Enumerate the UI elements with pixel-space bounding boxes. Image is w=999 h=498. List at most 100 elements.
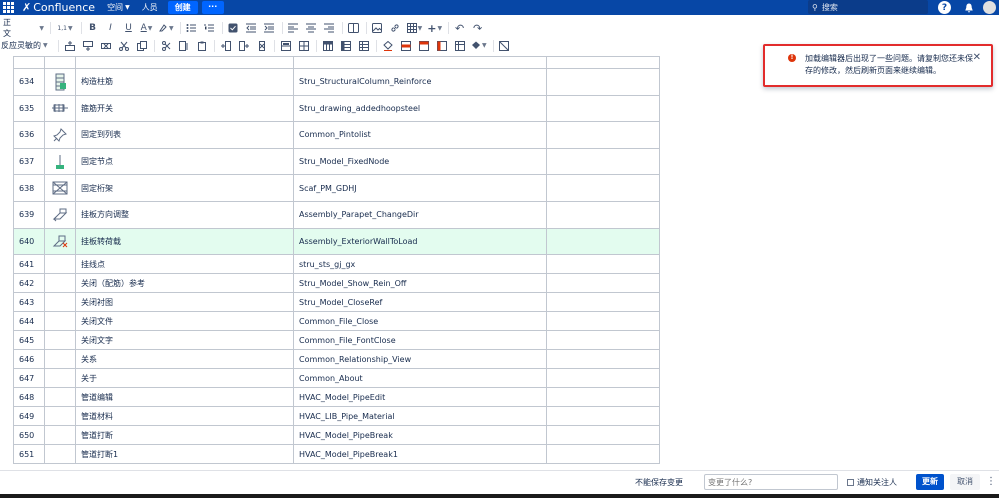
- table-cell[interactable]: [44, 56, 76, 69]
- row-icon-cell[interactable]: [44, 68, 76, 96]
- editor-content[interactable]: 634 构造柱筋 Stru_StructuralColumn_Reinforce 63…: [0, 56, 999, 468]
- command-id-cell[interactable]: Common_File_FontClose: [293, 330, 547, 351]
- command-id-cell[interactable]: Stru_Model_FixedNode: [293, 147, 547, 176]
- row-icon-cell[interactable]: [44, 147, 76, 176]
- row-delete-button[interactable]: [99, 39, 112, 53]
- close-icon[interactable]: ✕: [973, 52, 981, 63]
- page-layout-button[interactable]: [347, 21, 360, 35]
- what-changed-input[interactable]: [704, 474, 838, 490]
- command-id-cell[interactable]: Scaf_PM_GDHJ: [293, 174, 547, 202]
- row-highlight-button[interactable]: [399, 39, 412, 53]
- command-id-cell[interactable]: stru_sts_gj_gx: [293, 254, 547, 275]
- cancel-button[interactable]: 取消: [950, 474, 980, 490]
- command-id-cell[interactable]: Stru_Model_Show_Rein_Off: [293, 273, 547, 294]
- table-responsive-dropdown[interactable]: 反应灵敏的 ▼: [0, 39, 52, 53]
- row-insert-above-button[interactable]: [63, 39, 76, 53]
- confluence-logo[interactable]: ✗ Confluence: [22, 1, 95, 14]
- outdent-button[interactable]: [245, 21, 258, 35]
- copy-row-button[interactable]: [135, 39, 148, 53]
- numbered-list-button[interactable]: [203, 21, 216, 35]
- table-cell[interactable]: [293, 56, 547, 69]
- row-number-cell[interactable]: 638: [13, 174, 45, 202]
- command-name-cell[interactable]: 固定桁架: [75, 174, 294, 202]
- row-icon-cell[interactable]: [44, 273, 76, 294]
- row-number-cell[interactable]: 645: [13, 330, 45, 351]
- command-id-cell[interactable]: HVAC_LIB_Pipe_Material: [293, 406, 547, 427]
- empty-cell[interactable]: [546, 147, 660, 176]
- task-list-button[interactable]: [227, 21, 240, 35]
- undo-button[interactable]: ↶: [453, 21, 466, 35]
- split-cells-button[interactable]: [297, 39, 310, 53]
- column-highlight-button[interactable]: [417, 39, 430, 53]
- text-color-button[interactable]: A ▼: [140, 21, 153, 35]
- row-icon-cell[interactable]: [44, 349, 76, 370]
- row-number-cell[interactable]: 639: [13, 200, 45, 229]
- table-cell[interactable]: [13, 56, 45, 69]
- command-name-cell[interactable]: 挂板转荷载: [75, 227, 294, 256]
- empty-cell[interactable]: [546, 121, 660, 149]
- help-icon[interactable]: ?: [938, 1, 951, 14]
- update-button[interactable]: 更新: [916, 474, 944, 490]
- command-name-cell[interactable]: 构造柱筋: [75, 68, 294, 96]
- cell-color-button[interactable]: [381, 39, 394, 53]
- command-id-cell[interactable]: Common_Pintolist: [293, 121, 547, 149]
- empty-cell[interactable]: [546, 330, 660, 351]
- row-number-cell[interactable]: 644: [13, 311, 45, 332]
- notify-watchers-checkbox[interactable]: 通知关注人: [847, 477, 897, 488]
- insert-more-button[interactable]: + ▼: [427, 21, 442, 35]
- row-number-cell[interactable]: 648: [13, 387, 45, 408]
- more-formatting-button[interactable]: ▼: [158, 21, 174, 35]
- command-name-cell[interactable]: 关系: [75, 349, 294, 370]
- create-button[interactable]: 创建: [167, 1, 198, 14]
- insert-image-button[interactable]: [371, 21, 384, 35]
- header-column-button[interactable]: [339, 39, 352, 53]
- command-name-cell[interactable]: 管道材料: [75, 406, 294, 427]
- command-name-cell[interactable]: 关闭（配筋）参考: [75, 273, 294, 294]
- row-icon-cell[interactable]: [44, 368, 76, 389]
- command-id-cell[interactable]: Common_About: [293, 368, 547, 389]
- header-row-button[interactable]: [321, 39, 334, 53]
- row-number-cell[interactable]: 651: [13, 444, 45, 465]
- row-number-cell[interactable]: 650: [13, 425, 45, 446]
- merge-cells-button[interactable]: [279, 39, 292, 53]
- table-cell[interactable]: [546, 56, 660, 69]
- row-icon-cell[interactable]: [44, 200, 76, 229]
- row-icon-cell[interactable]: [44, 174, 76, 202]
- bold-button[interactable]: B: [86, 21, 99, 35]
- command-name-cell[interactable]: 关闭文件: [75, 311, 294, 332]
- italic-button[interactable]: I: [104, 21, 117, 35]
- command-id-cell[interactable]: HVAC_Model_PipeEdit: [293, 387, 547, 408]
- command-name-cell[interactable]: 管道打断: [75, 425, 294, 446]
- empty-cell[interactable]: [546, 311, 660, 332]
- delete-table-button[interactable]: [498, 39, 511, 53]
- col-insert-left-button[interactable]: [219, 39, 232, 53]
- underline-button[interactable]: U: [122, 21, 135, 35]
- app-switcher-icon[interactable]: [1, 0, 16, 15]
- insert-link-button[interactable]: [389, 21, 402, 35]
- row-icon-cell[interactable]: [44, 254, 76, 275]
- empty-cell[interactable]: [546, 227, 660, 256]
- row-icon-cell[interactable]: [44, 121, 76, 149]
- empty-cell[interactable]: [546, 444, 660, 465]
- row-number-cell[interactable]: 642: [13, 273, 45, 294]
- row-number-cell[interactable]: 641: [13, 254, 45, 275]
- command-id-cell[interactable]: HVAC_Model_PipeBreak: [293, 425, 547, 446]
- command-name-cell[interactable]: 固定到列表: [75, 121, 294, 149]
- command-name-cell[interactable]: 关闭文字: [75, 330, 294, 351]
- row-number-cell[interactable]: 646: [13, 349, 45, 370]
- command-id-cell[interactable]: Assembly_ExteriorWallToLoad: [293, 227, 547, 256]
- command-name-cell[interactable]: 关于: [75, 368, 294, 389]
- empty-cell[interactable]: [546, 174, 660, 202]
- line-spacing-dropdown[interactable]: 1,1 ▼: [55, 21, 75, 35]
- command-id-cell[interactable]: Stru_drawing_addedhoopsteel: [293, 94, 547, 123]
- row-number-cell[interactable]: 634: [13, 68, 45, 96]
- row-icon-cell[interactable]: [44, 94, 76, 123]
- command-id-cell[interactable]: Common_File_Close: [293, 311, 547, 332]
- align-center-button[interactable]: [305, 21, 318, 35]
- row-number-cell[interactable]: 637: [13, 147, 45, 176]
- command-name-cell[interactable]: 管道编辑: [75, 387, 294, 408]
- row-number-cell[interactable]: 647: [13, 368, 45, 389]
- row-number-cell[interactable]: 649: [13, 406, 45, 427]
- table-cell[interactable]: [75, 56, 294, 69]
- row-number-cell[interactable]: 635: [13, 94, 45, 123]
